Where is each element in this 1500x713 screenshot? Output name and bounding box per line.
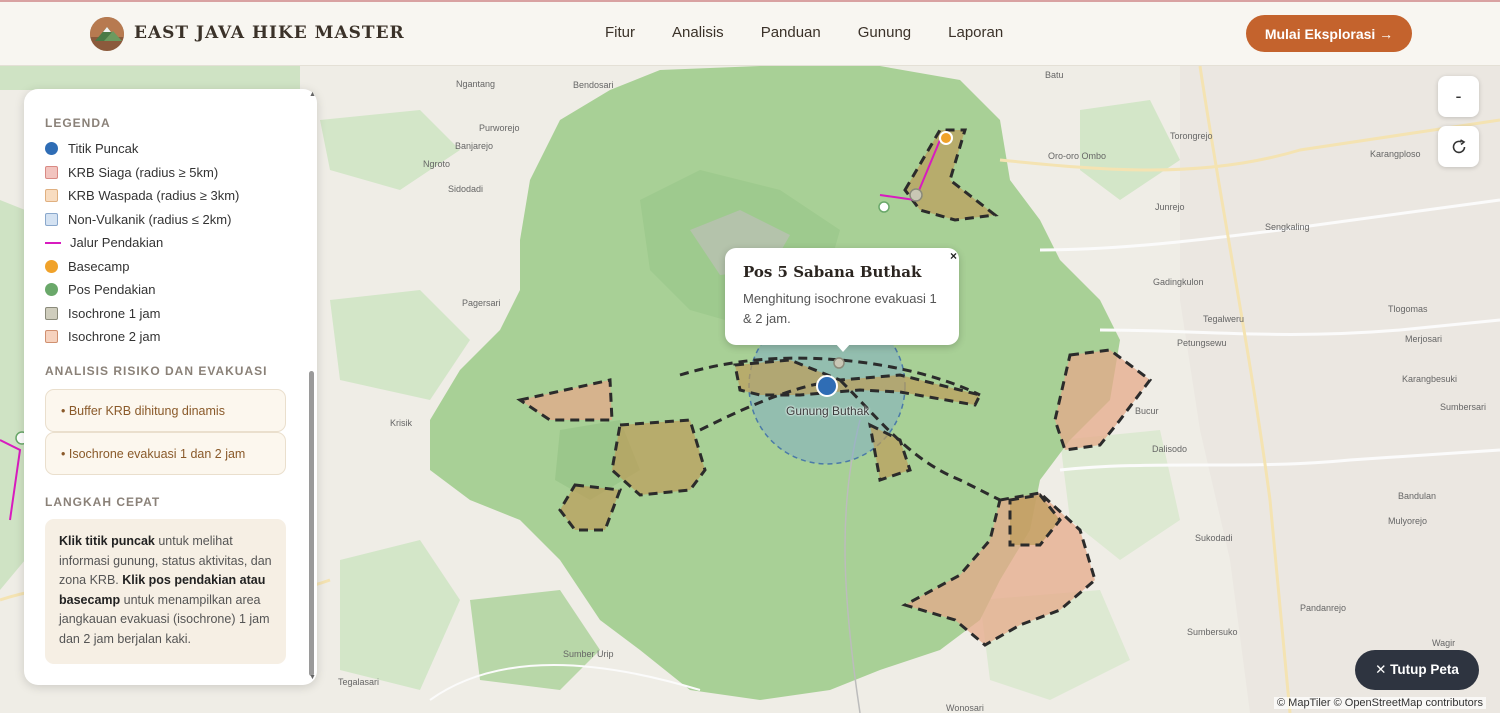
isochrone-1-swatch-icon [45,307,58,320]
place-label: Bucur [1135,406,1159,416]
place-label: Sidodadi [448,184,484,194]
quick-steps-card: Klik titik puncak untuk melihat informas… [45,519,286,664]
start-exploration-button[interactable]: Mulai Eksplorasi → [1246,15,1412,52]
panel-scrollbar[interactable]: ▲ ▼ [309,89,316,685]
legend-item-peak: Titik Puncak [45,141,138,156]
popup-text: Menghitung isochrone evakuasi 1 & 2 jam. [743,291,937,326]
place-label: Sumber Urip [563,649,614,659]
header: EAST JAVA HIKE MASTER Fitur Analisis Pan… [0,0,1500,66]
legend-title: LEGENDA [45,116,111,130]
place-label: Torongrejo [1170,131,1213,141]
legend-item-krb-waspada: KRB Waspada (radius ≥ 3km) [45,188,239,203]
main-nav: Fitur Analisis Panduan Gunung Laporan [605,24,1040,41]
place-label: Pagersari [462,298,501,308]
nav-laporan[interactable]: Laporan [948,24,1003,41]
place-label: Tegalasari [338,677,380,687]
place-label: Pandanrejo [1300,603,1347,613]
popup-close-icon[interactable]: × [950,249,957,263]
place-label: Gadingkulon [1153,277,1204,287]
trail-line-icon [45,241,61,244]
place-label: Sengkaling [1265,222,1310,232]
scroll-up-icon[interactable]: ▲ [309,91,316,98]
legend-item-iso1: Isochrone 1 jam [45,306,161,321]
place-label: Bendosari [573,80,614,90]
close-map-button[interactable]: ✕ Tutup Peta [1355,650,1479,690]
place-label: Wonosari [946,703,984,713]
risk-item-buffer[interactable]: • Buffer KRB dihitung dinamis [45,389,286,432]
place-label: Purworejo [479,123,520,133]
place-label: Krisik [390,418,412,428]
top-accent-line [0,0,1500,2]
map-attribution[interactable]: © MapTiler © OpenStreetMap contributors [1274,697,1486,709]
basecamp-dot-icon [45,260,58,273]
legend-item-non-vulkanik: Non-Vulkanik (radius ≤ 2km) [45,212,231,227]
place-label: Bandulan [1398,491,1437,501]
zoom-out-button[interactable]: - [1438,76,1479,117]
legend-panel[interactable]: LEGENDA Titik Puncak KRB Siaga (radius ≥… [24,89,317,685]
krb-waspada-swatch-icon [45,189,58,202]
legend-item-iso2: Isochrone 2 jam [45,329,161,344]
legend-item-jalur: Jalur Pendakian [45,235,163,250]
nav-analisis[interactable]: Analisis [672,24,724,41]
pos-popup: Pos 5 Sabana Buthak Menghitung isochrone… [725,248,959,352]
legend-item-krb-siaga: KRB Siaga (radius ≥ 5km) [45,165,218,180]
place-label: Ngroto [423,159,451,169]
peak-dot-icon [45,142,58,155]
risk-item-isochrone[interactable]: • Isochrone evakuasi 1 dan 2 jam [45,432,286,475]
popup-tip [835,343,851,352]
nav-gunung[interactable]: Gunung [858,24,911,41]
quick-title: LANGKAH CEPAT [45,495,161,509]
place-label: Karangploso [1370,149,1421,159]
nav-panduan[interactable]: Panduan [761,24,821,41]
legend-item-basecamp: Basecamp [45,259,129,274]
place-label: Wagir [1432,638,1456,648]
place-label: Sumbersari [1440,402,1487,412]
place-label: Merjosari [1405,334,1443,344]
non-vulkanik-swatch-icon [45,213,58,226]
place-label: Oro-oro Ombo [1048,151,1107,161]
refresh-icon [1452,138,1465,153]
legend-item-pos: Pos Pendakian [45,282,155,297]
scroll-thumb[interactable] [309,371,314,676]
place-label: Banjarejo [455,141,494,151]
nav-fitur[interactable]: Fitur [605,24,635,41]
peak-label[interactable]: Gunung Buthak [786,404,869,418]
krb-siaga-swatch-icon [45,166,58,179]
isochrone-2-swatch-icon [45,330,58,343]
scroll-down-icon[interactable]: ▼ [309,674,316,681]
place-label: Sukodadi [1195,533,1233,543]
place-label: Batu [1045,70,1064,80]
place-label: Junrejo [1155,202,1185,212]
popup-title: Pos 5 Sabana Buthak [743,263,922,281]
place-label: Petungsewu [1177,338,1227,348]
place-label: Mulyorejo [1388,516,1428,526]
refresh-button[interactable] [1438,126,1479,167]
logo-mountain-icon[interactable] [90,17,124,51]
place-label: Sumbersuko [1187,627,1238,637]
risk-title: ANALISIS RISIKO DAN EVAKUASI [45,364,268,378]
place-label: Karangbesuki [1402,374,1458,384]
place-label: Ngantang [456,79,496,89]
brand-title[interactable]: EAST JAVA HIKE MASTER [134,23,405,43]
pos-dot-icon [45,283,58,296]
place-label: Tegalweru [1203,314,1245,324]
place-label: Tlogomas [1388,304,1428,314]
place-label: Dalisodo [1152,444,1188,454]
